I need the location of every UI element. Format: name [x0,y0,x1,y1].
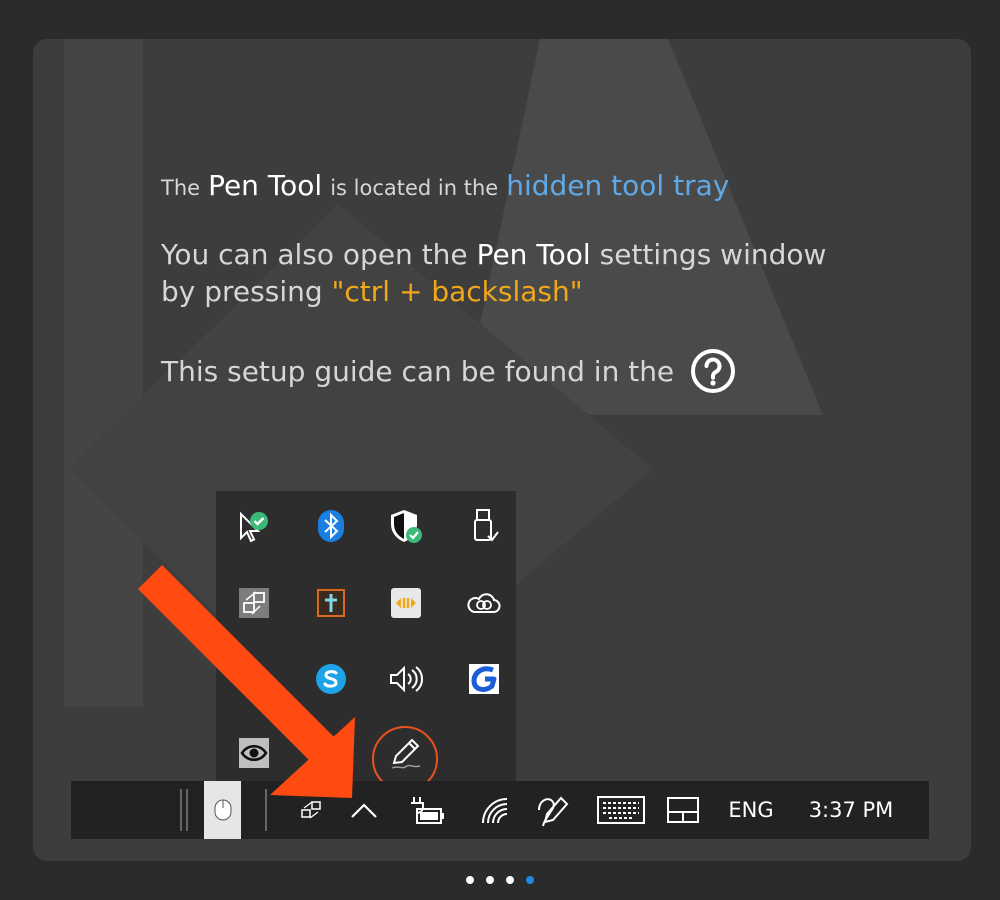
touchpad-icon[interactable] [665,795,701,825]
page-dot-2[interactable] [486,876,494,884]
battery-charging-icon[interactable] [407,793,447,827]
setup-guide-card: The Pen Tool is located in the hidden to… [33,39,971,861]
clock-time[interactable]: 3:37 PM [801,795,901,825]
show-hidden-icons-chevron-icon[interactable] [349,795,379,825]
page-dot-3[interactable] [506,876,514,884]
guide-text: The Pen Tool is located in the hidden to… [161,169,826,394]
g-app-icon[interactable] [464,659,504,699]
language-indicator[interactable]: ENG [726,795,776,825]
para3-text: This setup guide can be found in the [161,354,675,388]
mouse-app-button[interactable] [204,781,241,839]
guide-paragraph-3: This setup guide can be found in the [161,348,826,394]
pen-tool-label: Pen Tool [208,169,323,202]
help-question-icon[interactable] [690,348,736,394]
display-switch-icon[interactable] [234,583,274,623]
creative-cloud-icon[interactable] [464,583,504,623]
para2-suffix: settings window [599,238,827,271]
line1-prefix: The [161,176,201,200]
cursor-check-icon[interactable] [234,506,274,546]
windows-ink-icon[interactable] [533,791,573,829]
skype-icon[interactable] [311,659,351,699]
usb-eject-icon[interactable] [464,506,504,546]
page-dot-1[interactable] [466,876,474,884]
taskbar-separator-left [179,789,189,831]
volume-icon[interactable] [386,659,426,699]
page-dot-4-active[interactable] [526,876,534,884]
bluetooth-icon[interactable] [311,506,351,546]
para2-line2-prefix: by pressing [161,275,323,308]
touch-keyboard-icon[interactable] [596,795,646,825]
eye-app-icon[interactable] [234,733,274,773]
audio-app-icon[interactable] [386,583,426,623]
pen-tool-label-2: Pen Tool [476,238,591,271]
display-switch-tray-icon[interactable] [296,795,326,825]
pagination-dots [466,876,534,884]
cross-app-icon[interactable] [311,583,351,623]
security-shield-icon[interactable] [386,506,426,546]
mouse-icon [214,799,231,821]
taskbar: ENG 3:37 PM [71,781,929,839]
line1-middle: is located in the [330,176,499,200]
taskbar-separator-right [261,789,271,831]
hidden-tool-tray [216,491,516,781]
guide-paragraph-2: You can also open the Pen Tool settings … [161,236,826,310]
guide-line-1: The Pen Tool is located in the hidden to… [161,169,826,202]
keyboard-shortcut: "ctrl + backslash" [331,275,583,308]
para2-prefix: You can also open the [161,238,468,271]
hidden-tool-tray-link[interactable]: hidden tool tray [506,169,729,202]
wifi-icon[interactable] [476,793,516,827]
